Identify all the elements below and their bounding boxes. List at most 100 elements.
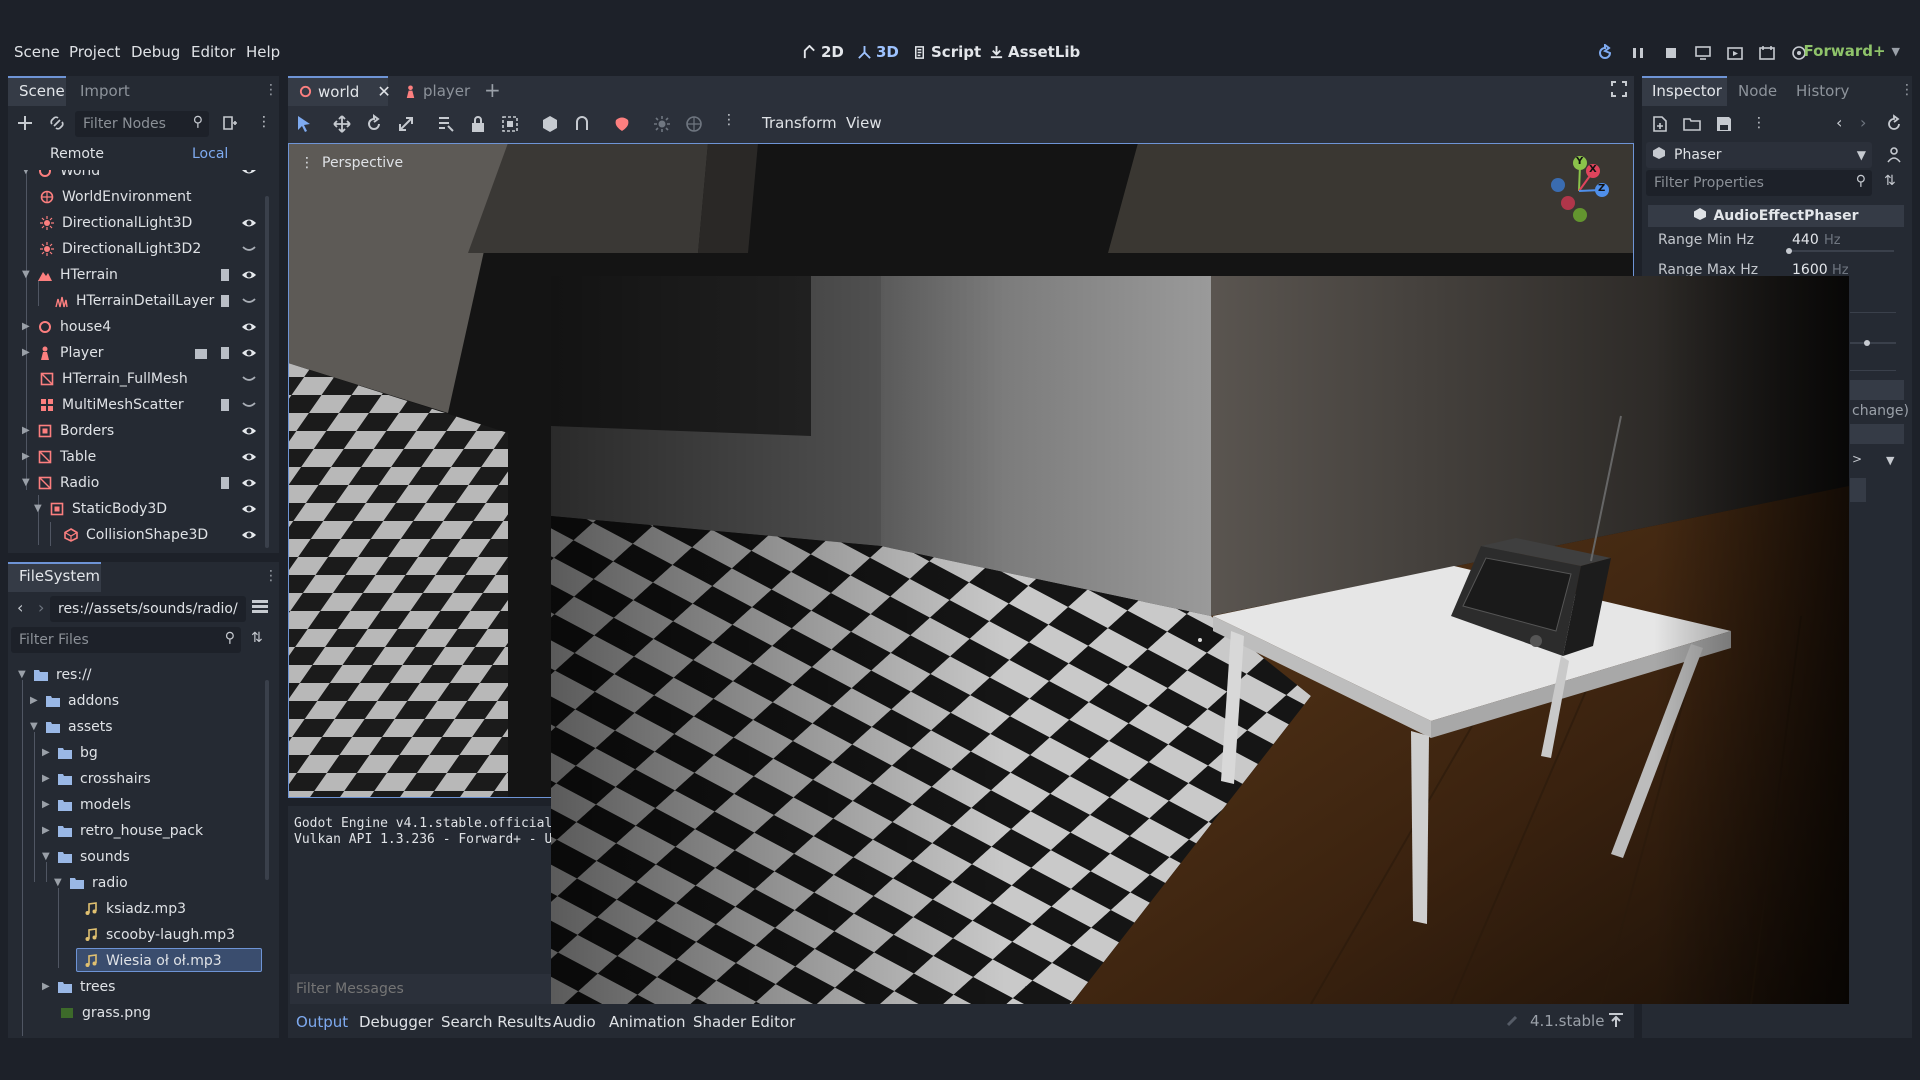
menu-debug[interactable]: Debug	[131, 43, 180, 61]
distraction-free-icon[interactable]	[1610, 80, 1628, 98]
menu-project[interactable]: Project	[69, 43, 120, 61]
main-2d-button[interactable]: 2D	[802, 43, 844, 61]
filter-nodes-field[interactable]: ⚲	[75, 111, 209, 137]
script-icon[interactable]	[218, 476, 232, 490]
tree-item-hterrain[interactable]: ▼ HTerrain	[22, 262, 118, 288]
main-script-button[interactable]: Script	[912, 43, 981, 61]
more-options-icon[interactable]: ⋮	[1752, 115, 1766, 131]
panel-menu-icon[interactable]: ⋮	[264, 568, 278, 584]
visibility-eye-icon[interactable]	[241, 215, 257, 231]
tree-item-table[interactable]: ▶ Table	[22, 444, 96, 470]
visibility-eye-icon[interactable]	[241, 170, 257, 178]
group-icon[interactable]	[500, 114, 520, 134]
back-icon[interactable]: ‹	[17, 598, 23, 617]
script-icon[interactable]	[218, 398, 232, 412]
file-item-res[interactable]: ▼ res://	[18, 662, 92, 688]
forward-icon[interactable]: ›	[38, 598, 44, 617]
tab-node[interactable]: Node	[1738, 82, 1777, 100]
node-tools-icon[interactable]	[1884, 145, 1904, 165]
chevron-down-icon[interactable]: ▼	[1886, 454, 1894, 467]
bottom-tab-shader-editor[interactable]: Shader Editor	[693, 1013, 795, 1031]
tab-player[interactable]: player	[404, 82, 470, 100]
play-custom-icon[interactable]	[1758, 44, 1776, 62]
filter-properties-input[interactable]	[1654, 175, 1872, 191]
tree-item-borders[interactable]: ▶ Borders	[22, 418, 114, 444]
add-tab-icon[interactable]: +	[484, 78, 501, 102]
lock-icon[interactable]	[468, 114, 488, 134]
open-scene-icon[interactable]	[194, 346, 208, 360]
list-select-icon[interactable]	[436, 114, 456, 134]
filter-nodes-input[interactable]	[83, 116, 209, 132]
hidden-eye-icon[interactable]	[241, 371, 257, 387]
visibility-eye-icon[interactable]	[241, 319, 257, 335]
slider-grabber[interactable]	[1864, 340, 1870, 346]
tree-item-collisionshape3d[interactable]: CollisionShape3D	[64, 522, 208, 548]
tab-inspector[interactable]: Inspector	[1652, 82, 1722, 100]
orientation-gizmo[interactable]: Y X Z	[1544, 153, 1614, 223]
file-item-assets[interactable]: ▼ assets	[30, 714, 113, 740]
tab-filesystem[interactable]: FileSystem	[19, 567, 100, 585]
local-button[interactable]: Local	[192, 146, 228, 162]
bottom-tab-search-results[interactable]: Search Results	[441, 1013, 551, 1031]
view-mode-icon[interactable]	[251, 598, 269, 616]
chevron-right-icon[interactable]: >	[1852, 452, 1862, 466]
hidden-eye-icon[interactable]	[241, 293, 257, 309]
file-item-sounds[interactable]: ▼ sounds	[42, 844, 130, 870]
panel-menu-icon[interactable]: ⋮	[1900, 82, 1914, 98]
path-field[interactable]: res://assets/sounds/radio/	[50, 596, 246, 622]
resource-selector[interactable]: Phaser ▼	[1646, 142, 1872, 168]
move-mode-icon[interactable]	[332, 114, 352, 134]
script-icon[interactable]	[218, 268, 232, 282]
file-item-retro-house-pack[interactable]: ▶ retro_house_pack	[42, 818, 203, 844]
view-menu[interactable]: View	[846, 114, 882, 132]
prop-field[interactable]	[1850, 424, 1904, 444]
remote-debug-icon[interactable]	[1694, 44, 1712, 62]
prop-field[interactable]	[1850, 478, 1866, 502]
perspective-menu[interactable]: ⋮ Perspective	[300, 155, 403, 171]
more-options-icon[interactable]: ⋮	[722, 112, 736, 128]
bottom-tab-audio[interactable]: Audio	[553, 1013, 596, 1031]
tab-history[interactable]: History	[1796, 82, 1849, 100]
file-item-ksiadz[interactable]: ksiadz.mp3	[84, 896, 186, 922]
visibility-eye-icon[interactable]	[241, 423, 257, 439]
tree-item-directionallight3d2[interactable]: DirectionalLight3D2	[40, 236, 201, 262]
slider-grabber[interactable]	[1786, 248, 1792, 254]
expand-panel-icon[interactable]	[1607, 1011, 1625, 1029]
stop-icon[interactable]	[1662, 44, 1680, 62]
file-item-trees[interactable]: ▶ trees	[42, 974, 115, 1000]
save-icon[interactable]	[1714, 114, 1734, 134]
tree-item-directionallight3d[interactable]: DirectionalLight3D	[40, 210, 192, 236]
filter-files-input[interactable]	[19, 632, 241, 648]
prop-slider[interactable]	[1850, 342, 1896, 344]
bottom-tab-animation[interactable]: Animation	[609, 1013, 685, 1031]
new-resource-icon[interactable]	[1650, 114, 1670, 134]
file-item-radio[interactable]: ▼ radio	[54, 870, 128, 896]
tree-item-radio[interactable]: ▼ Radio	[22, 470, 99, 496]
file-item-crosshairs[interactable]: ▶ crosshairs	[42, 766, 151, 792]
visibility-eye-icon[interactable]	[241, 527, 257, 543]
visibility-eye-icon[interactable]	[241, 449, 257, 465]
object-history-icon[interactable]	[1884, 114, 1904, 134]
play-scene-icon[interactable]	[1726, 44, 1744, 62]
visibility-eye-icon[interactable]	[241, 267, 257, 283]
close-icon[interactable]: ✕	[377, 82, 390, 101]
sort-icon[interactable]: ⇅	[251, 630, 263, 646]
file-item-addons[interactable]: ▶ addons	[30, 688, 119, 714]
file-item-wiesia[interactable]: Wiesia oł oł.mp3	[84, 948, 222, 974]
tree-item-hterrain-fullmesh[interactable]: HTerrain_FullMesh	[40, 366, 188, 392]
filter-messages-input[interactable]	[290, 974, 560, 1004]
property-options-icon[interactable]: ⇅	[1884, 173, 1896, 189]
tree-item-multimeshscatter[interactable]: MultiMeshScatter	[40, 392, 184, 418]
history-back-icon[interactable]: ‹	[1836, 113, 1842, 132]
filter-messages-field[interactable]	[290, 974, 560, 1004]
filter-files-field[interactable]: ⚲	[11, 627, 241, 653]
prop-range-min-slider[interactable]	[1786, 250, 1894, 252]
environment-toggle-icon[interactable]	[684, 114, 704, 134]
scale-mode-icon[interactable]	[396, 114, 416, 134]
hidden-eye-icon[interactable]	[241, 397, 257, 413]
tree-item-staticbody3d[interactable]: ▼ StaticBody3D	[34, 496, 167, 522]
snap-icon[interactable]	[572, 114, 592, 134]
bottom-tab-debugger[interactable]: Debugger	[359, 1013, 433, 1031]
script-icon[interactable]	[218, 346, 232, 360]
hidden-eye-icon[interactable]	[241, 241, 257, 257]
